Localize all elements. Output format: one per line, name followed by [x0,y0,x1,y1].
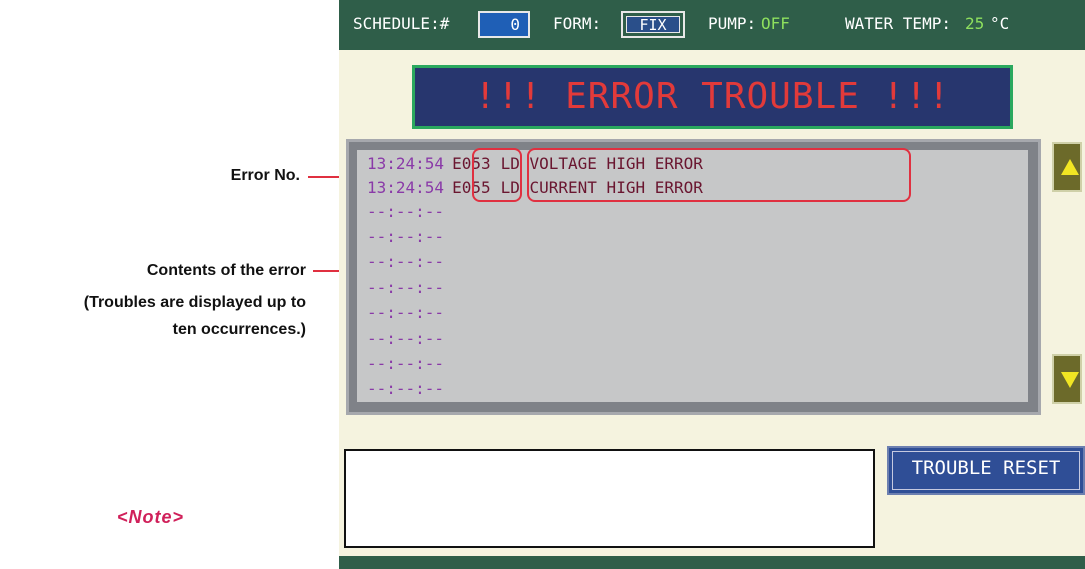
water-temp-unit: °C [990,14,1010,33]
form-mode-value: FIX [626,16,680,34]
error-row: --:--:-- [367,352,444,376]
error-time: 13:24:54 [367,178,445,197]
message-box [344,449,875,548]
error-row: --:--:-- [367,225,444,249]
water-temp-value: 25 [965,14,985,33]
error-row: --:--:-- [367,200,444,224]
error-time: --:--:-- [367,329,445,348]
error-time: --:--:-- [367,278,445,297]
annotation-contents-note-1: (Troubles are displayed up to [83,294,306,311]
error-row: --:--:-- [367,377,444,401]
error-trouble-banner: !!! ERROR TROUBLE !!! [412,65,1013,129]
status-bar: SCHEDULE:# 0 FORM: FIX PUMP: OFF WATER T… [339,0,1085,50]
form-label: FORM: [553,14,602,33]
error-time: --:--:-- [367,379,445,398]
trouble-reset-label: TROUBLE RESET [892,451,1080,490]
note-heading: <Note> [117,507,185,527]
callout-box-error-codes [472,148,522,202]
error-time: --:--:-- [367,354,445,373]
scroll-up-button[interactable] [1052,142,1082,192]
error-row: --:--:-- [367,276,444,300]
error-row: --:--:-- [367,250,444,274]
control-panel-screen: SCHEDULE:# 0 FORM: FIX PUMP: OFF WATER T… [339,0,1085,569]
schedule-label: SCHEDULE:# [353,14,450,33]
error-time: --:--:-- [367,303,445,322]
annotation-error-no: Error No. [230,167,300,184]
error-row: --:--:-- [367,301,444,325]
error-row: --:--:-- [367,327,444,351]
bottom-status-bar [339,556,1085,569]
scroll-down-button[interactable] [1052,354,1082,404]
error-time: 13:24:54 [367,154,445,173]
trouble-reset-button[interactable]: TROUBLE RESET [887,446,1085,495]
annotation-contents: Contents of the error [146,262,306,279]
schedule-number-field[interactable]: 0 [478,11,530,38]
triangle-down-icon [1061,372,1079,388]
annotation-contents-note-2: ten occurrences.) [172,321,306,338]
form-mode-button[interactable]: FIX [621,11,685,38]
callout-box-error-contents [527,148,911,202]
pump-label: PUMP: [708,14,757,33]
error-time: --:--:-- [367,227,445,246]
error-time: --:--:-- [367,252,445,271]
pump-status-value: OFF [761,14,790,33]
triangle-up-icon [1061,159,1079,175]
error-time: --:--:-- [367,202,445,221]
water-temp-label: WATER TEMP: [845,14,951,33]
